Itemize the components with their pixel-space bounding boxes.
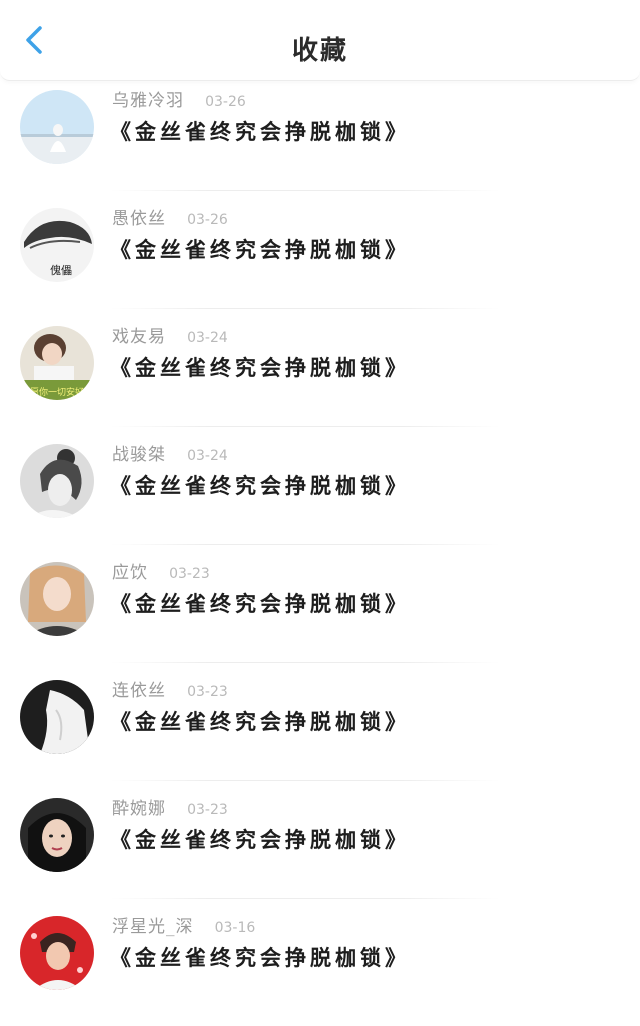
avatar[interactable] bbox=[20, 680, 94, 754]
item-meta: 战骏桀 03-24 bbox=[112, 440, 228, 466]
list-item[interactable]: 战骏桀 03-24 《金丝雀终究会挣脱枷锁》 bbox=[0, 436, 640, 554]
item-title[interactable]: 《金丝雀终究会挣脱枷锁》 bbox=[110, 706, 410, 736]
author-name[interactable]: 乌雅冷羽 bbox=[112, 91, 184, 111]
divider bbox=[110, 190, 500, 191]
avatar[interactable]: 愿你一切安好 bbox=[20, 326, 94, 400]
item-title[interactable]: 《金丝雀终究会挣脱枷锁》 bbox=[110, 352, 410, 382]
divider bbox=[110, 426, 500, 427]
avatar-caption: 傀儡 bbox=[50, 263, 72, 277]
item-date: 03-16 bbox=[214, 920, 256, 936]
author-name[interactable]: 连依丝 bbox=[112, 681, 166, 701]
list-item[interactable]: 乌雅冷羽 03-26 《金丝雀终究会挣脱枷锁》 bbox=[0, 82, 640, 200]
divider bbox=[110, 308, 500, 309]
author-name[interactable]: 酔婉娜 bbox=[112, 799, 166, 819]
avatar-caption: 愿你一切安好 bbox=[30, 386, 84, 398]
author-name[interactable]: 戏友易 bbox=[112, 327, 166, 347]
item-title[interactable]: 《金丝雀终究会挣脱枷锁》 bbox=[110, 470, 410, 500]
divider bbox=[110, 662, 500, 663]
divider bbox=[110, 898, 500, 899]
list-item[interactable]: 酔婉娜 03-23 《金丝雀终究会挣脱枷锁》 bbox=[0, 790, 640, 908]
avatar[interactable] bbox=[20, 90, 94, 164]
avatar[interactable] bbox=[20, 562, 94, 636]
item-meta: 连依丝 03-23 bbox=[112, 676, 228, 702]
author-name[interactable]: 浮星光_深 bbox=[112, 917, 194, 937]
item-title[interactable]: 《金丝雀终究会挣脱枷锁》 bbox=[110, 234, 410, 264]
avatar[interactable] bbox=[20, 916, 94, 990]
author-name[interactable]: 应饮 bbox=[112, 563, 148, 583]
divider bbox=[110, 544, 500, 545]
item-date: 03-26 bbox=[205, 94, 246, 110]
item-date: 03-23 bbox=[187, 802, 228, 818]
author-name[interactable]: 战骏桀 bbox=[112, 445, 166, 465]
author-name[interactable]: 愚依丝 bbox=[112, 209, 166, 229]
item-title[interactable]: 《金丝雀终究会挣脱枷锁》 bbox=[110, 116, 410, 146]
item-date: 03-24 bbox=[187, 330, 228, 346]
avatar[interactable] bbox=[20, 798, 94, 872]
item-meta: 浮星光_深 03-16 bbox=[112, 912, 255, 938]
list-item[interactable]: 浮星光_深 03-16 《金丝雀终究会挣脱枷锁》 bbox=[0, 908, 640, 1026]
item-meta: 乌雅冷羽 03-26 bbox=[112, 86, 246, 112]
divider bbox=[110, 780, 500, 781]
item-meta: 酔婉娜 03-23 bbox=[112, 794, 228, 820]
avatar[interactable]: 傀儡 bbox=[20, 208, 94, 282]
page-title: 收藏 bbox=[291, 36, 348, 66]
item-date: 03-26 bbox=[187, 212, 228, 228]
item-date: 03-24 bbox=[187, 448, 228, 464]
item-title[interactable]: 《金丝雀终究会挣脱枷锁》 bbox=[110, 824, 410, 854]
list-item[interactable]: 愿你一切安好 戏友易 03-24 《金丝雀终究会挣脱枷锁》 bbox=[0, 318, 640, 436]
item-title[interactable]: 《金丝雀终究会挣脱枷锁》 bbox=[110, 588, 410, 618]
list-item[interactable]: 连依丝 03-23 《金丝雀终究会挣脱枷锁》 bbox=[0, 672, 640, 790]
item-meta: 应饮 03-23 bbox=[112, 558, 210, 584]
item-meta: 戏友易 03-24 bbox=[112, 322, 228, 348]
header-bar: 收藏 bbox=[0, 0, 640, 81]
item-title[interactable]: 《金丝雀终究会挣脱枷锁》 bbox=[110, 942, 410, 972]
item-date: 03-23 bbox=[187, 684, 228, 700]
avatar[interactable] bbox=[20, 444, 94, 518]
item-meta: 愚依丝 03-26 bbox=[112, 204, 228, 230]
list-item[interactable]: 傀儡 愚依丝 03-26 《金丝雀终究会挣脱枷锁》 bbox=[0, 200, 640, 318]
list-item[interactable]: 应饮 03-23 《金丝雀终究会挣脱枷锁》 bbox=[0, 554, 640, 672]
item-date: 03-23 bbox=[169, 566, 210, 582]
